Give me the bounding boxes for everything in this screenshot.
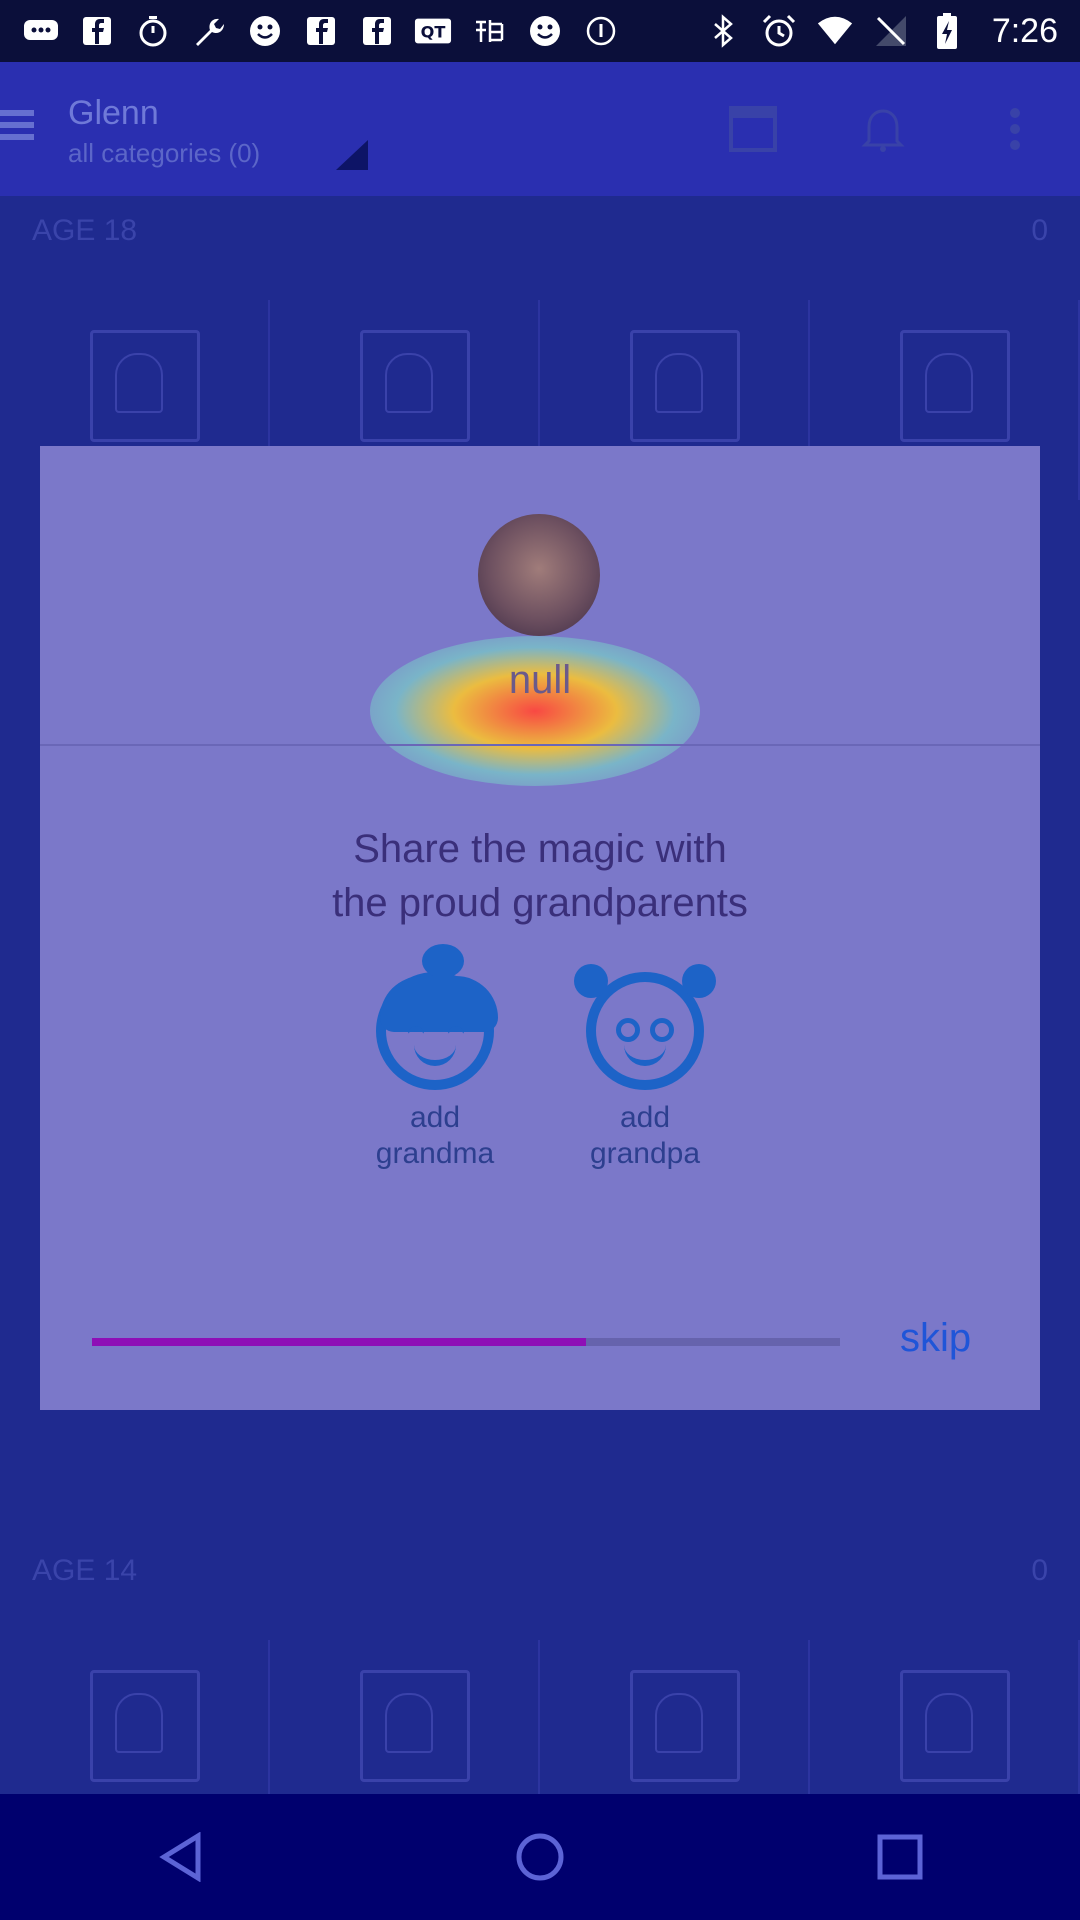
label-line: grandma <box>375 1137 495 1170</box>
status-left-icons: QT <box>22 12 620 50</box>
chinese-app-icon <box>470 12 508 50</box>
back-icon[interactable] <box>140 1817 220 1897</box>
photo-placeholder-icon <box>900 330 1010 442</box>
alarm-icon <box>582 12 620 50</box>
recents-icon[interactable] <box>860 1817 940 1897</box>
calendar-icon[interactable] <box>726 102 780 156</box>
label-line: add <box>409 1101 461 1134</box>
user-name: null <box>508 658 572 702</box>
section-count: 0 <box>1031 1554 1048 1587</box>
notification-bell-icon[interactable] <box>856 102 910 156</box>
signal-icon <box>872 12 910 50</box>
heading-line: Share the magic with <box>353 827 727 871</box>
home-icon[interactable] <box>500 1817 580 1897</box>
grandpa-icon <box>574 964 716 1090</box>
alarm-clock-icon <box>760 12 798 50</box>
svg-text:QT: QT <box>421 23 446 42</box>
wrench-icon <box>190 12 228 50</box>
smiley-icon <box>246 12 284 50</box>
more-options-icon[interactable] <box>988 102 1042 156</box>
app-header: Glenn all categories (0) <box>0 62 1080 196</box>
facebook-icon <box>302 12 340 50</box>
invite-grandparents-dialog: null Share the magic with the proud gran… <box>40 446 1040 1410</box>
section-count: 0 <box>1031 214 1048 247</box>
chat-icon <box>22 12 60 50</box>
dropdown-triangle-icon[interactable] <box>336 140 368 170</box>
status-bar: QT 7:26 <box>0 0 1080 62</box>
facebook-icon <box>78 12 116 50</box>
add-grandpa-button[interactable]: add grandpa <box>570 964 720 1172</box>
wifi-icon <box>816 12 854 50</box>
bluetooth-icon <box>704 12 742 50</box>
photo-placeholder-icon <box>90 1670 200 1782</box>
progress-bar <box>92 1338 840 1346</box>
label-line: add <box>619 1101 671 1134</box>
photo-placeholder-icon <box>900 1670 1010 1782</box>
photo-placeholder-icon <box>630 1670 740 1782</box>
photo-placeholder-icon <box>360 1670 470 1782</box>
label-line: grandpa <box>589 1137 701 1170</box>
section-label: AGE 18 <box>32 214 138 247</box>
grandma-icon <box>376 944 498 1090</box>
battery-charging-icon <box>928 12 966 50</box>
smiley-icon <box>526 12 564 50</box>
add-grandma-label: add grandma <box>360 1100 510 1172</box>
status-right-icons: 7:26 <box>704 12 1058 51</box>
clock-time: 7:26 <box>991 11 1058 50</box>
add-grandma-button[interactable]: add grandma <box>360 944 510 1172</box>
category-selector[interactable]: all categories (0) <box>68 138 260 169</box>
avatar <box>478 514 600 636</box>
skip-button[interactable]: skip <box>900 1316 971 1361</box>
photo-placeholder-icon <box>630 330 740 442</box>
system-nav-bar <box>0 1794 1080 1920</box>
facebook-icon <box>358 12 396 50</box>
photo-placeholder-icon <box>90 330 200 442</box>
qq-icon: QT <box>414 12 452 50</box>
photo-placeholder-icon <box>360 330 470 442</box>
menu-icon[interactable] <box>0 104 34 150</box>
header-title: Glenn <box>68 94 159 132</box>
section-label: AGE 14 <box>32 1554 138 1587</box>
dialog-heading: Share the magic with the proud grandpare… <box>40 822 1040 930</box>
timer-icon <box>134 12 172 50</box>
progress-fill <box>92 1338 586 1346</box>
heading-line: the proud grandparents <box>332 881 748 925</box>
divider <box>40 744 1040 746</box>
add-grandpa-label: add grandpa <box>570 1100 720 1172</box>
